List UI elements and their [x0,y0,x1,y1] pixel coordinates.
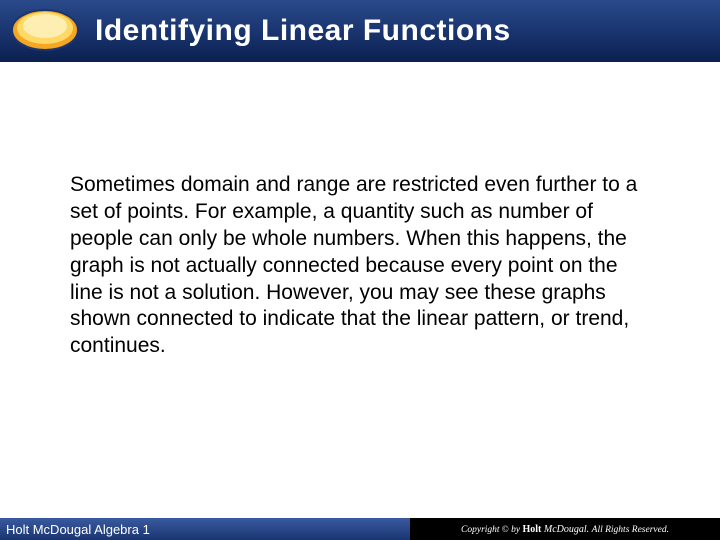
copyright-symbol: © [502,524,509,534]
rights-reserved: All Rights Reserved. [592,525,669,535]
slide-footer: Holt McDougal Algebra 1 Copyright © by H… [0,518,720,540]
body-paragraph: Sometimes domain and range are restricte… [70,172,650,360]
copyright-text: Copyright © by Holt McDougal. All Rights… [461,524,669,535]
publisher-logo: Holt McDougal. [522,524,591,535]
footer-right: Copyright © by Holt McDougal. All Rights… [410,518,720,540]
publisher-mcdougal: McDougal. [544,524,589,535]
slide-content: Sometimes domain and range are restricte… [0,62,720,360]
header-oval-badge [10,8,80,52]
slide-header: Identifying Linear Functions [0,0,720,62]
slide-title: Identifying Linear Functions [95,14,511,48]
footer-book-title: Holt McDougal Algebra 1 [6,522,150,537]
publisher-holt: Holt [522,524,541,535]
copyright-prefix: Copyright [461,525,500,535]
copyright-by: by [511,525,520,535]
footer-left: Holt McDougal Algebra 1 [0,518,410,540]
